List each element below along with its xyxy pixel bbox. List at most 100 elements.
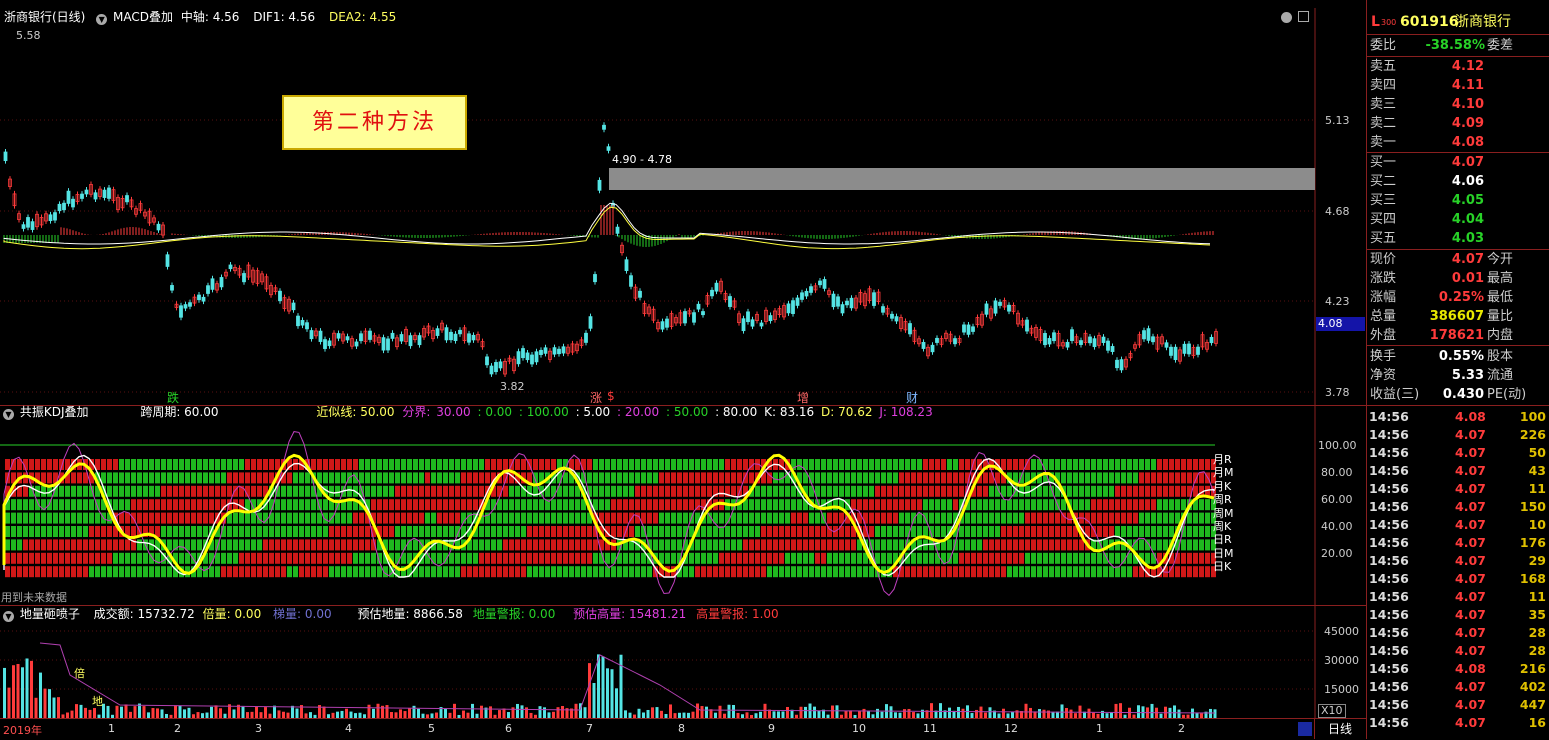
indicator-dropdown-icon[interactable]: ▼ <box>96 14 108 25</box>
kdj-cell <box>107 485 112 497</box>
kdj-cell <box>407 459 412 470</box>
candle-body <box>786 303 791 314</box>
kdj-cell <box>791 539 796 551</box>
timeline-bar[interactable]: 2019年 1 2 3 4 5 6 7 8 9 10 11 12 1 2 日线 <box>0 718 1366 740</box>
kdj-dropdown-icon[interactable]: ▼ <box>3 409 14 420</box>
kdj-cell <box>395 459 400 470</box>
kdj-cell <box>677 526 682 537</box>
tick-row[interactable]: 14:56 4.07 28 <box>1367 642 1549 660</box>
candle-body <box>201 296 206 302</box>
kdj-cell <box>977 539 982 551</box>
tick-row[interactable]: 14:56 4.08 100 <box>1367 408 1549 426</box>
tick-row[interactable]: 14:56 4.07 447 <box>1367 696 1549 714</box>
tick-row[interactable]: 14:56 4.07 10 <box>1367 516 1549 534</box>
price-chart[interactable] <box>0 0 1366 405</box>
kdj-cell <box>515 526 520 537</box>
panel-restore-icon[interactable] <box>1281 12 1292 23</box>
bid-label: 买五 <box>1370 231 1397 246</box>
kdj-cell <box>983 526 988 537</box>
ask-row[interactable]: 卖五 4.12 <box>1367 57 1549 76</box>
kdj-cell <box>947 459 952 470</box>
volume-bar <box>597 654 600 718</box>
price-panel[interactable]: 浙商银行(日线) ▼ MACD叠加 中轴: 4.56 DIF1: 4.56 DE… <box>0 0 1366 406</box>
tick-row[interactable]: 14:56 4.07 168 <box>1367 570 1549 588</box>
kdj-cell <box>1145 472 1150 484</box>
candle-body <box>606 146 611 151</box>
volume-bar <box>660 710 663 718</box>
tick-row[interactable]: 14:56 4.07 176 <box>1367 534 1549 552</box>
kdj-cell <box>509 526 514 537</box>
kdj-title[interactable]: 共振KDJ叠加 <box>20 405 89 419</box>
kdj-panel[interactable]: ▼ 共振KDJ叠加 跨周期: 60.00 近似线: 50.00 分界: 30.0… <box>0 405 1366 606</box>
kdj-cell <box>659 459 664 470</box>
tick-row[interactable]: 14:56 4.07 29 <box>1367 552 1549 570</box>
volume-bar <box>1114 703 1118 718</box>
stat-row: 净资 5.33 流通 <box>1367 366 1549 385</box>
tick-row[interactable]: 14:56 4.07 226 <box>1367 426 1549 444</box>
bid-row[interactable]: 买一 4.07 <box>1367 153 1549 172</box>
kdj-cell <box>1193 472 1198 484</box>
kdj-cell <box>5 552 10 564</box>
kdj-cell <box>1001 539 1006 551</box>
tick-row[interactable]: 14:56 4.07 11 <box>1367 480 1549 498</box>
kdj-cell <box>449 472 454 484</box>
kdj-cell <box>41 552 46 564</box>
kdj-cell <box>863 566 868 578</box>
tick-row[interactable]: 14:56 4.07 11 <box>1367 588 1549 606</box>
bid-row[interactable]: 买五 4.03 <box>1367 229 1549 248</box>
period-button[interactable]: 日线 <box>1314 719 1365 739</box>
kdj-cell <box>1121 499 1126 511</box>
kdj-cell <box>1187 512 1192 524</box>
tick-row[interactable]: 14:56 4.07 43 <box>1367 462 1549 480</box>
volume-title[interactable]: 地量砸喷子 <box>20 607 80 621</box>
tick-row[interactable]: 14:56 4.07 150 <box>1367 498 1549 516</box>
tick-row[interactable]: 14:56 4.07 50 <box>1367 444 1549 462</box>
kdj-cell <box>71 485 76 497</box>
kdj-cell <box>623 552 628 564</box>
ask-row[interactable]: 卖三 4.10 <box>1367 95 1549 114</box>
tick-row[interactable]: 14:56 4.07 16 <box>1367 714 1549 732</box>
timeline-scroll-button[interactable] <box>1298 722 1312 736</box>
bid-row[interactable]: 买四 4.04 <box>1367 210 1549 229</box>
kdj-cell <box>197 512 202 524</box>
kdj-cell <box>401 472 406 484</box>
bid-row[interactable]: 买三 4.05 <box>1367 191 1549 210</box>
bid-row[interactable]: 买二 4.06 <box>1367 172 1549 191</box>
volume-bar <box>93 708 96 718</box>
volume-panel[interactable]: ▼ 地量砸喷子 成交额: 15732.72 倍量: 0.00 梯量: 0.00 … <box>0 605 1366 718</box>
kdj-cell <box>1091 566 1096 578</box>
ask-row[interactable]: 卖四 4.11 <box>1367 76 1549 95</box>
kdj-cell <box>65 512 70 524</box>
volume-dropdown-icon[interactable]: ▼ <box>3 611 14 622</box>
kdj-cell <box>755 526 760 537</box>
kdj-cell <box>47 512 52 524</box>
kdj-cell <box>353 512 358 524</box>
kdj-cell <box>797 566 802 578</box>
tick-time: 14:56 <box>1369 661 1409 676</box>
tick-row[interactable]: 14:56 4.08 216 <box>1367 660 1549 678</box>
volume-bar <box>57 697 60 718</box>
kdj-cell <box>491 459 496 470</box>
kdj-cell <box>1085 485 1090 497</box>
candle-body <box>296 315 300 327</box>
panel-maximize-icon[interactable] <box>1298 11 1309 22</box>
tick-row[interactable]: 14:56 4.07 35 <box>1367 606 1549 624</box>
kdj-cell <box>383 526 388 537</box>
ask-row[interactable]: 卖一 4.08 <box>1367 133 1549 152</box>
kdj-cell <box>89 552 94 564</box>
kdj-chart[interactable] <box>0 405 1366 605</box>
tick-row[interactable]: 14:56 4.07 28 <box>1367 624 1549 642</box>
candle-body <box>66 190 71 204</box>
volume-multiple: 倍量: 0.00 <box>202 607 262 621</box>
volume-bar <box>907 708 911 718</box>
kdj-cell <box>1103 526 1108 537</box>
kdj-cell <box>713 552 718 564</box>
kdj-cell <box>35 459 40 470</box>
kdj-cell <box>1067 485 1072 497</box>
ask-row[interactable]: 卖二 4.09 <box>1367 114 1549 133</box>
tick-row[interactable]: 14:56 4.07 402 <box>1367 678 1549 696</box>
event-marker-dollar[interactable]: $ <box>607 389 615 403</box>
indicator-name[interactable]: MACD叠加 <box>113 10 173 24</box>
kdj-cell <box>731 526 736 537</box>
x10-button[interactable]: X10 <box>1318 704 1346 718</box>
